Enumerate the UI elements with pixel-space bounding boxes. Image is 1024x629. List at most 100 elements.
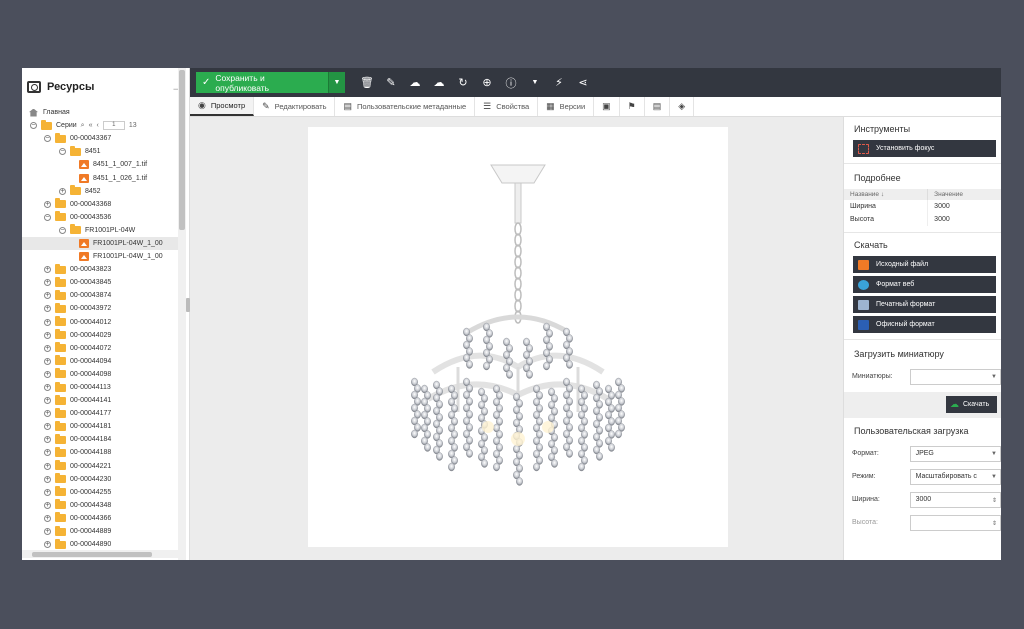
tree-item[interactable]: +00-00044221	[22, 460, 178, 473]
tree-item[interactable]: +00-00044348	[22, 499, 178, 512]
tree-item[interactable]: +00-00044181	[22, 420, 178, 433]
save-publish-button[interactable]: ✓ Сохранить и опубликовать	[196, 72, 328, 93]
collapse-toggle-icon[interactable]: −	[44, 135, 51, 143]
format-select[interactable]: JPEG ▼	[909, 445, 1001, 462]
sidebar-scroll-thumb[interactable]	[179, 70, 185, 230]
info-icon[interactable]: ⓘ	[499, 71, 523, 95]
search-icon[interactable]: ⌕	[81, 122, 85, 130]
expand-toggle-icon[interactable]: +	[44, 318, 51, 326]
tree-item[interactable]: +00-00044072	[22, 342, 178, 355]
expand-toggle-icon[interactable]: +	[44, 449, 51, 457]
tab-versions[interactable]: ▦ Версии	[538, 97, 595, 116]
tree-item[interactable]: +00-00044094	[22, 355, 178, 368]
expand-toggle-icon[interactable]: +	[59, 187, 66, 195]
collapse-toggle-icon[interactable]: −	[59, 148, 66, 156]
tab-edit[interactable]: ✎ Редактировать	[254, 97, 336, 116]
expand-toggle-icon[interactable]: +	[44, 292, 51, 300]
expand-toggle-icon[interactable]: +	[44, 528, 51, 536]
tree-item[interactable]: +00-00043972	[22, 302, 178, 315]
tree-item[interactable]: − 8451	[22, 145, 178, 158]
pencil-icon[interactable]: ✎	[379, 71, 403, 95]
download-option-button[interactable]: Исходный файл	[853, 256, 996, 273]
set-focus-button[interactable]: Установить фокус	[853, 140, 996, 157]
stepper-icon[interactable]: ⇕	[992, 497, 997, 504]
lightning-icon[interactable]: ⚡︎	[547, 71, 571, 95]
tree-item[interactable]: +00-00044029	[22, 329, 178, 342]
more-dropdown-icon[interactable]: ▼	[523, 71, 547, 95]
tree-item[interactable]: +00-00044889	[22, 525, 178, 538]
image-canvas[interactable]	[308, 127, 728, 547]
width-input[interactable]: 3000 ⇕	[909, 491, 1001, 508]
thumbnail-select[interactable]: ▼	[909, 368, 1001, 385]
save-options-dropdown[interactable]: ▼	[328, 72, 345, 93]
tree-item[interactable]: +00-00044141	[22, 394, 178, 407]
prev-page-icon[interactable]: ‹	[97, 122, 99, 129]
expand-toggle-icon[interactable]: +	[44, 501, 51, 509]
expand-toggle-icon[interactable]: +	[44, 305, 51, 313]
share-icon[interactable]: ⋖	[571, 71, 595, 95]
refresh-icon[interactable]: ↻	[451, 71, 475, 95]
tree-item[interactable]: +00-00043823	[22, 263, 178, 276]
tab-properties[interactable]: ☰ Свойства	[475, 97, 539, 116]
expand-toggle-icon[interactable]: +	[44, 200, 51, 208]
tree-item[interactable]: − FR1001PL-04W	[22, 224, 178, 237]
expand-toggle-icon[interactable]: +	[44, 423, 51, 431]
trash-icon[interactable]: 🗑︎	[355, 71, 379, 95]
expand-toggle-icon[interactable]: +	[44, 357, 51, 365]
tree-item[interactable]: +00-00044113	[22, 381, 178, 394]
tree-item[interactable]: +00-00044098	[22, 368, 178, 381]
tree-item[interactable]: − 00-00043536	[22, 211, 178, 224]
expand-toggle-icon[interactable]: +	[44, 514, 51, 522]
cloud-upload-icon[interactable]: ☁	[403, 71, 427, 95]
tree-item[interactable]: +00-00044184	[22, 433, 178, 446]
tree-item[interactable]: +00-00044366	[22, 512, 178, 525]
expand-toggle-icon[interactable]: +	[44, 436, 51, 444]
expand-toggle-icon[interactable]: +	[44, 384, 51, 392]
col-header-value[interactable]: Значение	[927, 189, 1001, 200]
expand-toggle-icon[interactable]: +	[44, 331, 51, 339]
expand-toggle-icon[interactable]: +	[44, 488, 51, 496]
tab-bookmark[interactable]: ⚑	[620, 97, 645, 116]
tree-item[interactable]: +00-00044255	[22, 486, 178, 499]
expand-toggle-icon[interactable]: +	[44, 397, 51, 405]
download-option-button[interactable]: Формат веб	[853, 276, 996, 293]
sidebar-hscroll-thumb[interactable]	[32, 552, 152, 557]
mode-select[interactable]: Масштабировать с ▼	[909, 468, 1001, 485]
collapse-toggle-icon[interactable]: −	[30, 122, 37, 130]
tab-tags[interactable]: ◈	[670, 97, 695, 116]
tab-calendar[interactable]: ▣	[594, 97, 620, 116]
tab-clipboard[interactable]: ▤	[645, 97, 671, 116]
target-icon[interactable]: ⊕	[475, 71, 499, 95]
tree-item[interactable]: FR1001PL-04W_1_00	[22, 236, 178, 251]
first-page-icon[interactable]: «	[89, 122, 93, 129]
tree-item[interactable]: +00-00043368	[22, 198, 178, 211]
height-input[interactable]: ⇕	[909, 514, 1001, 531]
cloud-download-icon[interactable]: ☁	[427, 71, 451, 95]
expand-toggle-icon[interactable]: +	[44, 475, 51, 483]
tab-metadata[interactable]: ▤ Пользовательские метаданные	[335, 97, 476, 116]
expand-toggle-icon[interactable]: +	[44, 279, 51, 287]
tree-item[interactable]: 8451_1_026_1.tif	[22, 171, 178, 184]
tab-view[interactable]: ◉ Просмотр	[190, 97, 255, 116]
tree-item[interactable]: +00-00044230	[22, 473, 178, 486]
tree-item[interactable]: FR1001PL-04W_1_00	[22, 250, 178, 263]
tree-item[interactable]: +00-00044188	[22, 446, 178, 459]
expand-toggle-icon[interactable]: +	[44, 541, 51, 549]
expand-toggle-icon[interactable]: +	[44, 370, 51, 378]
tree-item[interactable]: +00-00044177	[22, 407, 178, 420]
expand-toggle-icon[interactable]: +	[44, 462, 51, 470]
stepper-icon[interactable]: ⇕	[992, 520, 997, 527]
download-option-button[interactable]: Офисный формат	[853, 316, 996, 333]
tree-item-series[interactable]: − Серии ⌕ « ‹ 1 13	[22, 119, 178, 132]
page-input[interactable]: 1	[102, 121, 125, 131]
tree-item[interactable]: +00-00043845	[22, 276, 178, 289]
expand-toggle-icon[interactable]: +	[44, 266, 51, 274]
expand-toggle-icon[interactable]: +	[44, 410, 51, 418]
download-button[interactable]: ☁ Скачать	[946, 396, 997, 413]
expand-toggle-icon[interactable]: +	[44, 344, 51, 352]
tree-item[interactable]: +8452	[22, 185, 178, 198]
resize-handle[interactable]	[186, 298, 190, 312]
col-header-name[interactable]: Название ↓	[844, 189, 929, 200]
tree-item-home[interactable]: Главная	[22, 106, 178, 119]
collapse-toggle-icon[interactable]: −	[44, 213, 51, 221]
